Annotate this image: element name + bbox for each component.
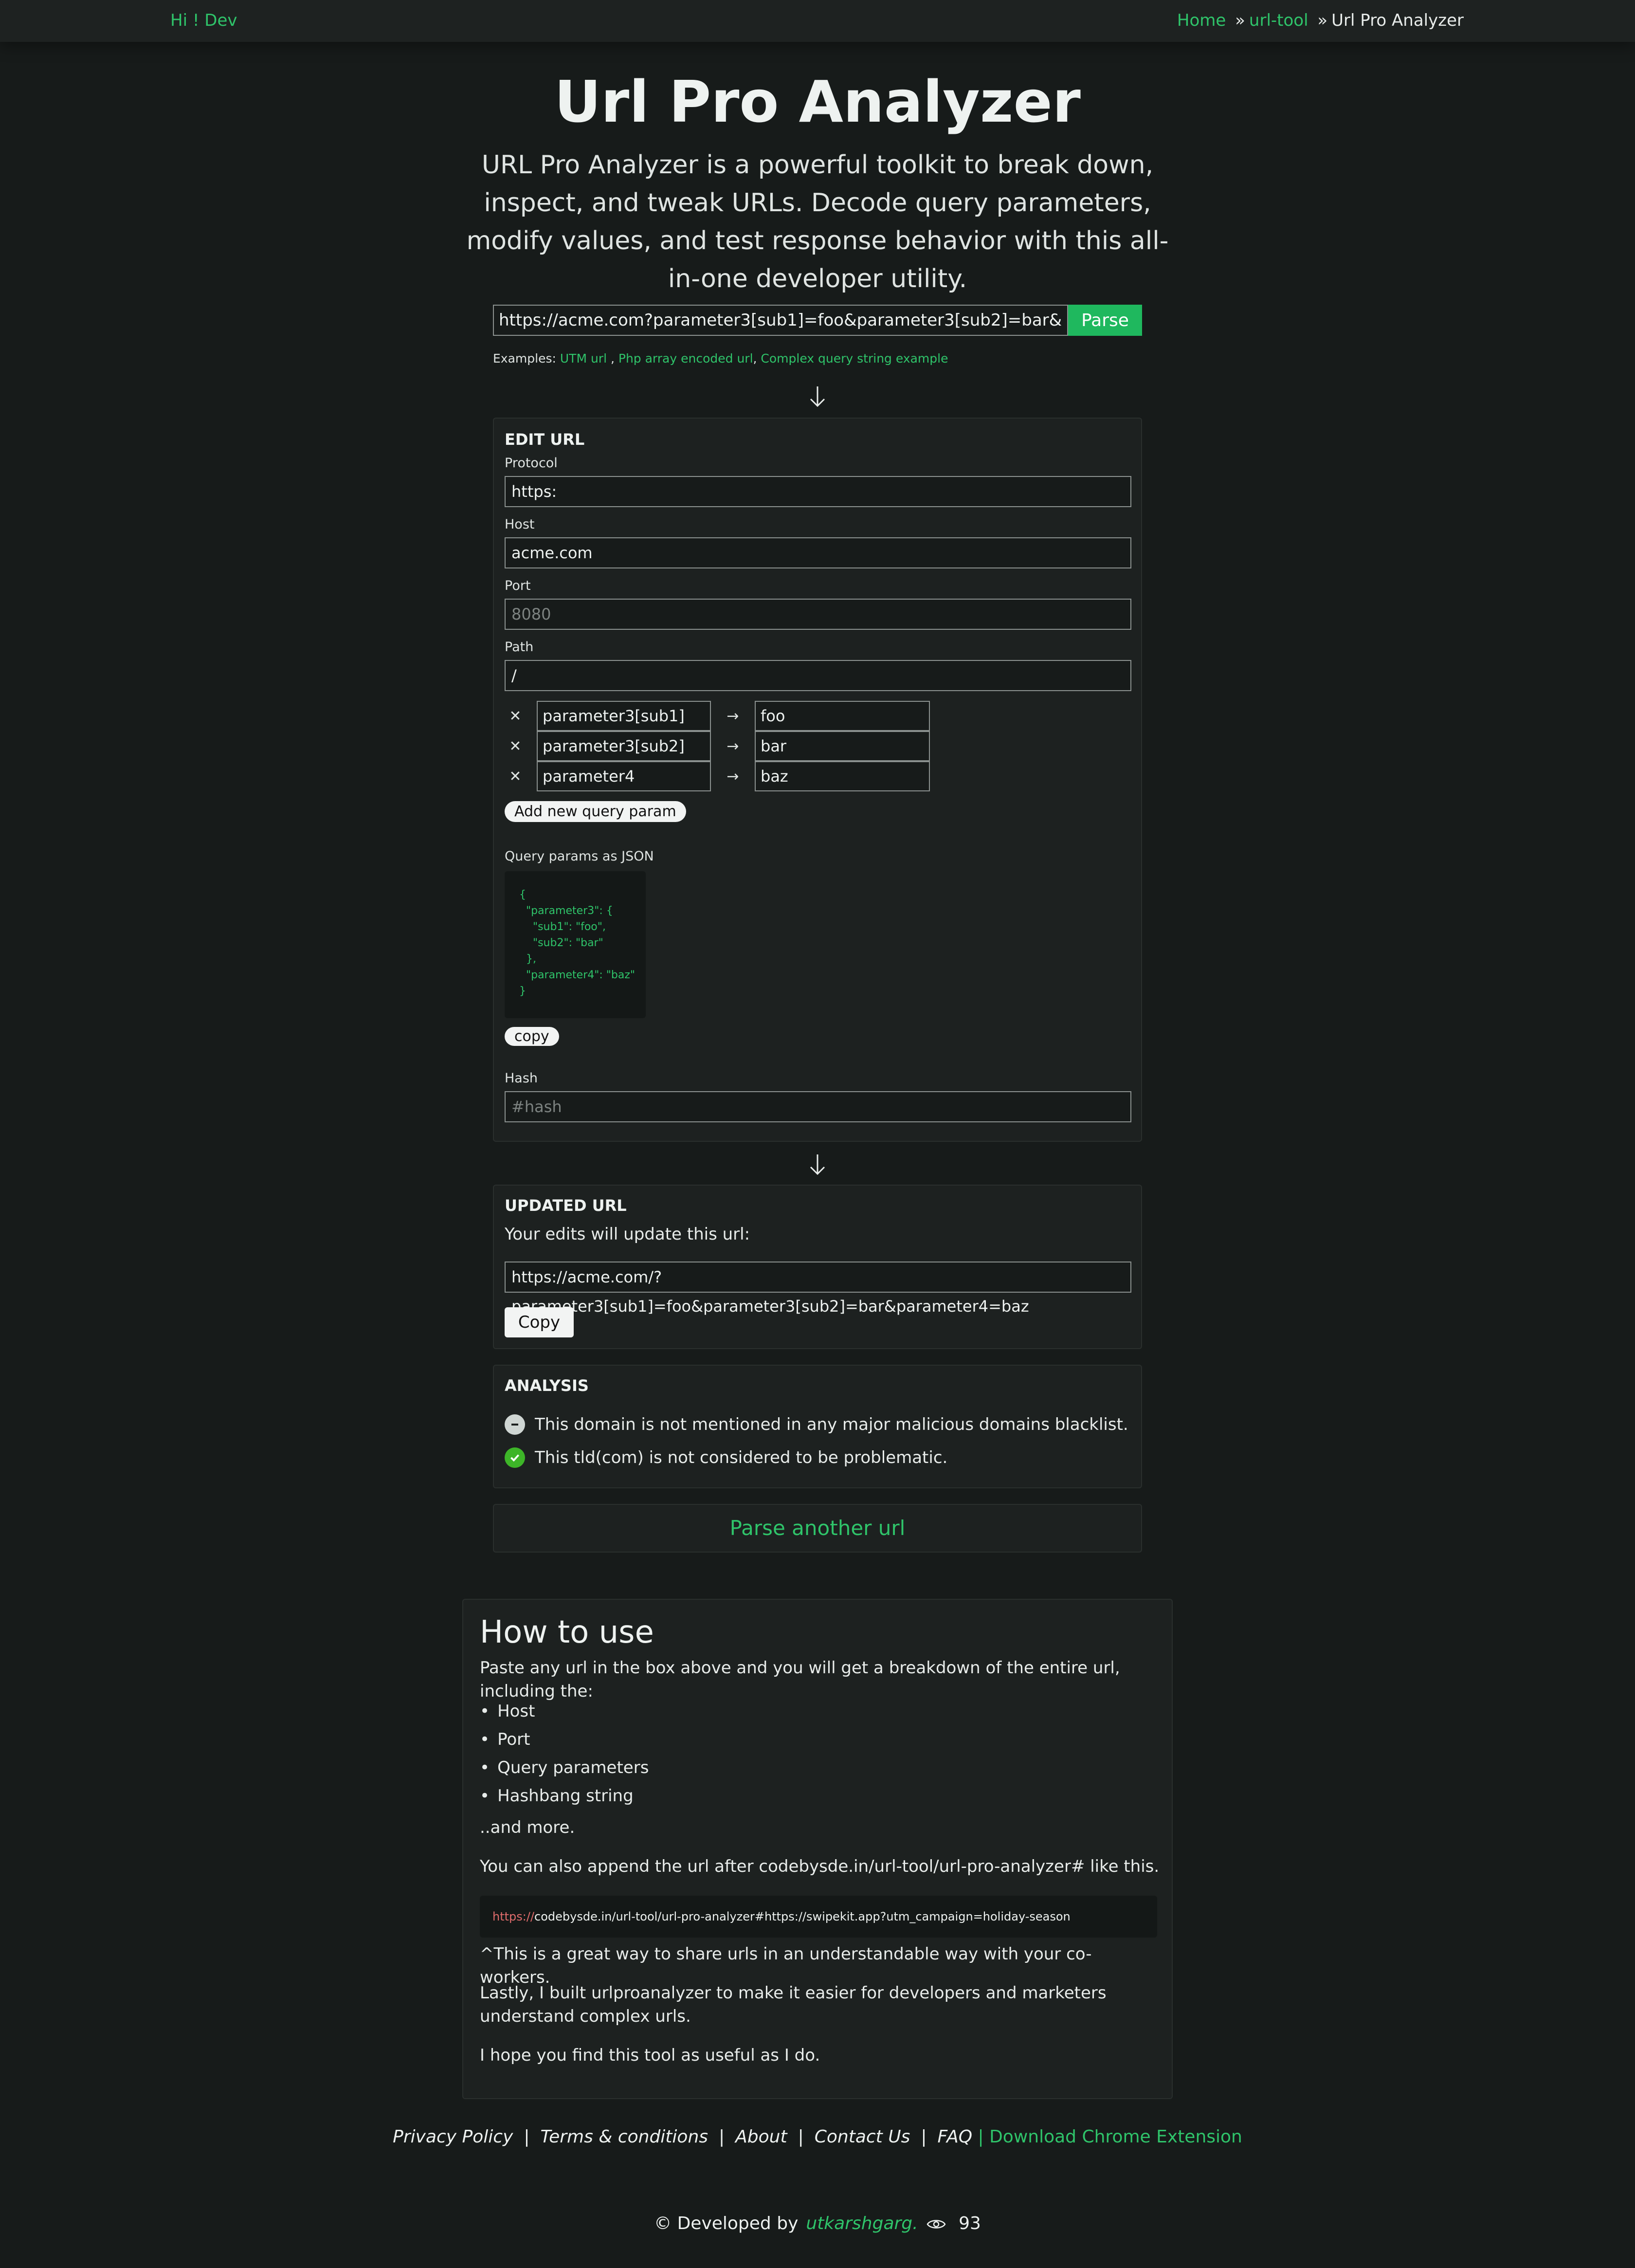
- developer-credit: © Developed by utkarshgarg. 93: [0, 2213, 1635, 2233]
- query-param-row: ✕ parameter3[sub1] → foo: [505, 701, 930, 731]
- analysis-heading: ANALYSIS: [505, 1376, 589, 1395]
- author-link[interactable]: utkarshgarg.: [806, 2213, 918, 2233]
- updated-url-desc: Your edits will update this url:: [505, 1225, 750, 1244]
- analysis-card: ANALYSIS This domain is not mentioned in…: [493, 1365, 1142, 1488]
- protocol-input[interactable]: https:: [505, 476, 1131, 507]
- arrow-right-icon: →: [727, 707, 739, 725]
- code-path: codebysde.in/url-tool/url-pro-analyzer#h…: [534, 1910, 1071, 1923]
- how-to-lastly: Lastly, I built urlproanalyzer to make i…: [480, 1983, 1107, 2026]
- list-item: Host: [480, 1697, 649, 1725]
- arrow-right-icon: →: [727, 737, 739, 755]
- example-utm-link[interactable]: UTM url: [560, 351, 607, 366]
- how-to-title: How to use: [480, 1614, 654, 1650]
- footer-separator: |: [798, 2127, 804, 2147]
- arrow-right-icon: →: [727, 768, 739, 785]
- list-item: Query parameters: [480, 1754, 649, 1782]
- about-link[interactable]: About: [735, 2127, 787, 2147]
- example-code-block: https://codebysde.in/url-tool/url-pro-an…: [480, 1896, 1157, 1938]
- faq-link[interactable]: FAQ: [938, 2127, 973, 2147]
- breadcrumb-url-tool[interactable]: url-tool: [1249, 11, 1308, 30]
- top-bar: Hi ! Dev Home » url-tool » Url Pro Analyze…: [0, 0, 1635, 42]
- minus-circle-icon: [505, 1414, 525, 1435]
- examples-label: Examples:: [493, 351, 556, 366]
- path-input[interactable]: /: [505, 660, 1131, 691]
- analysis-item: This tld(com) is not considered to be pr…: [505, 1445, 947, 1470]
- updated-url-card: UPDATED URL Your edits will update this …: [493, 1185, 1142, 1349]
- breadcrumb: Home » url-tool » Url Pro Analyzer: [1177, 11, 1464, 30]
- arrow-down-icon: [810, 386, 825, 407]
- add-query-param-button[interactable]: Add new query param: [505, 801, 686, 822]
- parse-another-button[interactable]: Parse another url: [493, 1504, 1142, 1553]
- list-item: Port: [480, 1725, 649, 1754]
- footer-separator: |: [524, 2127, 530, 2147]
- brand-link[interactable]: Hi ! Dev: [170, 11, 237, 30]
- how-to-append: You can also append the url after codeby…: [480, 1857, 1160, 1876]
- breadcrumb-home[interactable]: Home: [1177, 11, 1226, 30]
- remove-param-icon[interactable]: ✕: [505, 768, 526, 785]
- breadcrumb-separator: »: [1235, 11, 1245, 30]
- developed-by-text: © Developed by: [654, 2213, 799, 2233]
- protocol-label: Protocol: [505, 456, 558, 471]
- param-value-input[interactable]: bar: [755, 731, 930, 761]
- how-to-use-section: How to use Paste any url in the box abov…: [462, 1599, 1173, 2099]
- breadcrumb-separator: »: [1317, 11, 1328, 30]
- how-to-hope: I hope you find this tool as useful as I…: [480, 2046, 820, 2065]
- footer-separator: |: [921, 2127, 927, 2147]
- eye-icon: [926, 2220, 946, 2229]
- query-param-row: ✕ parameter4 → baz: [505, 761, 930, 791]
- examples: Examples: UTM url , Php array encoded ur…: [493, 351, 948, 366]
- copy-json-button[interactable]: copy: [505, 1027, 559, 1046]
- analysis-tld-text: This tld(com) is not considered to be pr…: [535, 1448, 948, 1467]
- param-value-input[interactable]: baz: [755, 761, 930, 791]
- example-complex-link[interactable]: Complex query string example: [761, 351, 948, 366]
- list-item: Hashbang string: [480, 1782, 649, 1810]
- hash-label: Hash: [505, 1071, 538, 1086]
- example-php-array-link[interactable]: Php array encoded url: [618, 351, 753, 366]
- host-input[interactable]: acme.com: [505, 537, 1131, 568]
- footer-links: Privacy Policy | Terms & conditions | About |…: [0, 2127, 1635, 2147]
- how-to-intro: Paste any url in the box above and you w…: [480, 1658, 1120, 1701]
- url-input-row: Parse: [493, 305, 1142, 336]
- host-label: Host: [505, 517, 535, 532]
- hash-input[interactable]: #hash: [505, 1091, 1131, 1122]
- page-subtitle: URL Pro Analyzer is a powerful toolkit t…: [466, 150, 1169, 293]
- query-param-row: ✕ parameter3[sub2] → bar: [505, 731, 930, 761]
- param-value-input[interactable]: foo: [755, 701, 930, 731]
- chrome-extension-link[interactable]: | Download Chrome Extension: [978, 2127, 1242, 2147]
- parse-button[interactable]: Parse: [1068, 305, 1142, 336]
- port-label: Port: [505, 578, 531, 593]
- copy-url-button[interactable]: Copy: [505, 1307, 574, 1337]
- code-protocol: https://: [492, 1910, 535, 1923]
- param-key-input[interactable]: parameter4: [537, 761, 711, 791]
- updated-url-heading: UPDATED URL: [505, 1196, 627, 1215]
- param-key-input[interactable]: parameter3[sub1]: [537, 701, 711, 731]
- remove-param-icon[interactable]: ✕: [505, 708, 526, 725]
- query-json-block: { "parameter3": { "sub1": "foo", "sub2":…: [505, 871, 646, 1018]
- remove-param-icon[interactable]: ✕: [505, 738, 526, 755]
- edit-url-heading: EDIT URL: [505, 430, 585, 449]
- path-label: Path: [505, 640, 534, 655]
- terms-link[interactable]: Terms & conditions: [541, 2127, 708, 2147]
- contact-link[interactable]: Contact Us: [815, 2127, 910, 2147]
- edit-url-card: EDIT URL Protocol https: Host acme.com P…: [493, 418, 1142, 1142]
- json-label: Query params as JSON: [505, 849, 654, 864]
- check-circle-icon: [505, 1447, 525, 1468]
- page-title: Url Pro Analyzer: [554, 68, 1081, 135]
- feature-list: Host Port Query parameters Hashbang stri…: [480, 1697, 649, 1810]
- how-to-more: ..and more.: [480, 1818, 575, 1837]
- param-key-input[interactable]: parameter3[sub2]: [537, 731, 711, 761]
- updated-url-input[interactable]: https://acme.com/?parameter3[sub1]=foo&p…: [505, 1262, 1131, 1316]
- arrow-down-icon: [810, 1154, 825, 1175]
- port-input[interactable]: 8080: [505, 599, 1131, 630]
- breadcrumb-current: Url Pro Analyzer: [1331, 11, 1464, 30]
- privacy-policy-link[interactable]: Privacy Policy: [393, 2127, 513, 2147]
- footer-separator: |: [719, 2127, 725, 2147]
- analysis-item: This domain is not mentioned in any majo…: [505, 1412, 1128, 1437]
- url-input[interactable]: [493, 305, 1068, 336]
- view-count: 93: [959, 2213, 981, 2233]
- analysis-blacklist-text: This domain is not mentioned in any majo…: [535, 1415, 1128, 1434]
